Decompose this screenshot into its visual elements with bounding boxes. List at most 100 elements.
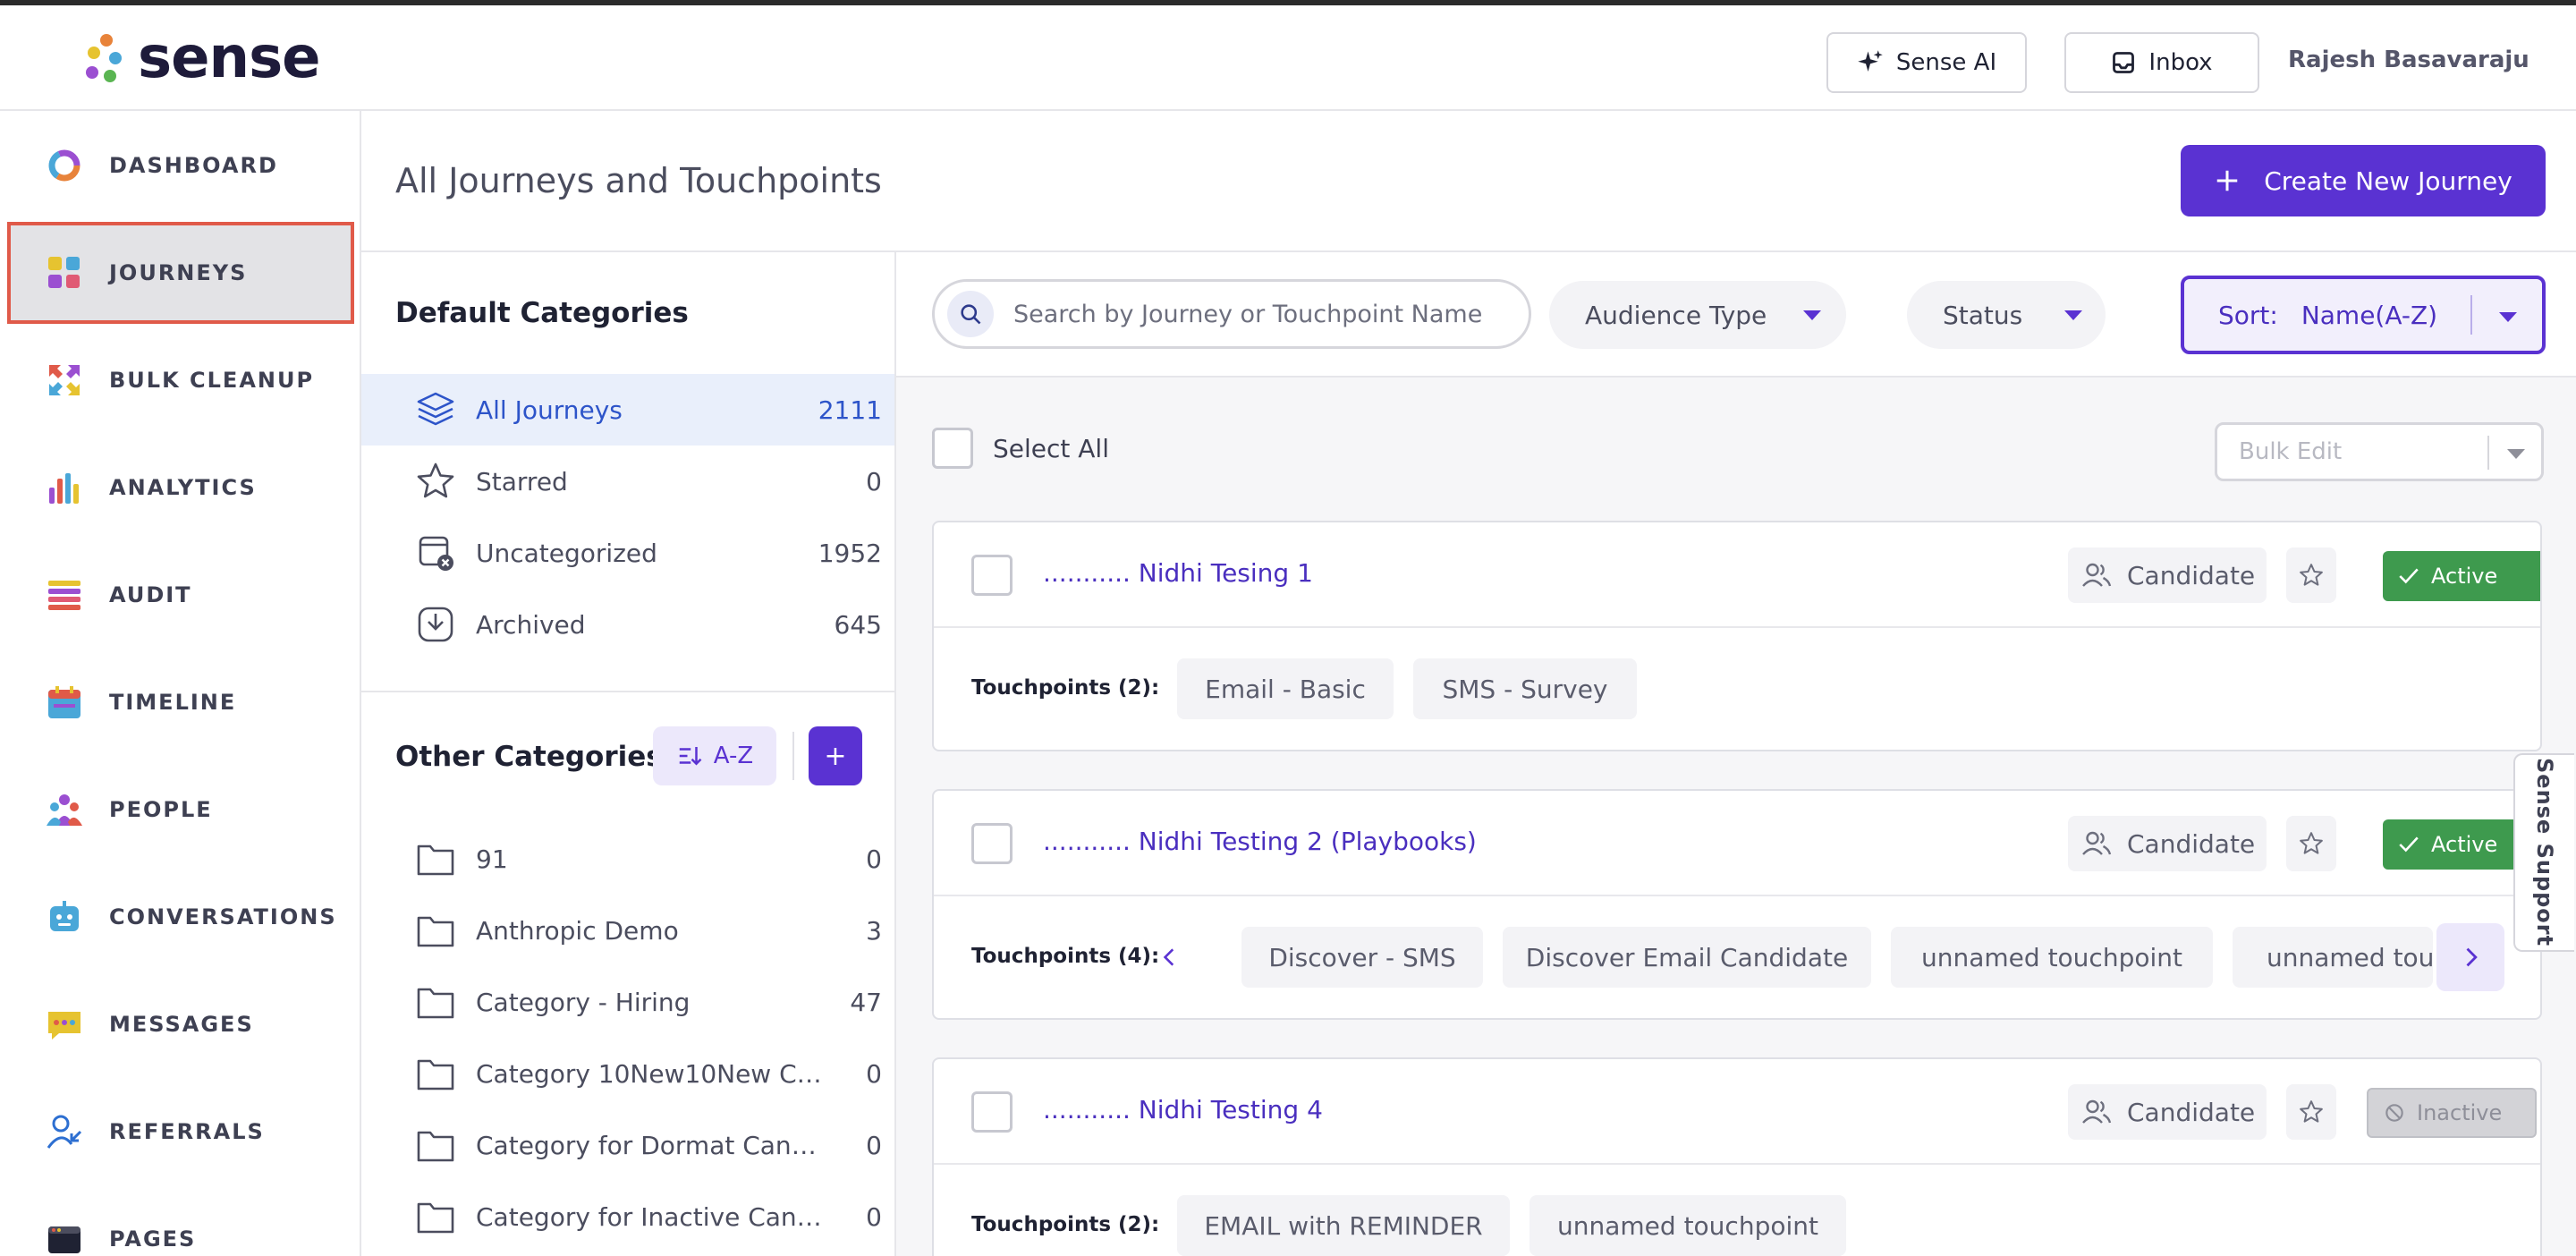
logo-text: sense <box>138 25 321 91</box>
search-icon <box>947 291 994 337</box>
inbox-tray-icon <box>2113 52 2135 73</box>
sort-dropdown[interactable]: Sort: Name(A-Z) <box>2181 276 2546 354</box>
sense-logo[interactable]: sense <box>84 25 321 91</box>
create-new-journey-button[interactable]: Create New Journey <box>2181 145 2546 216</box>
search-box[interactable] <box>932 279 1531 349</box>
journey-title-link[interactable]: ........... Nidhi Testing 4 <box>1043 1095 1323 1124</box>
select-all-checkbox[interactable] <box>932 428 973 469</box>
audience-badge: Candidate <box>2068 1084 2267 1140</box>
status-dropdown[interactable]: Status <box>1907 281 2106 349</box>
sidebar-label: REFERRALS <box>109 1119 265 1144</box>
add-category-button[interactable]: + <box>809 726 862 785</box>
sort-separator <box>2470 295 2472 335</box>
category-all-journeys[interactable]: All Journeys 2111 <box>361 374 894 446</box>
sidebar-item-referrals[interactable]: REFERRALS <box>7 1081 354 1183</box>
sidebar-label: DASHBOARD <box>109 153 278 178</box>
journey-checkbox[interactable] <box>971 1091 1013 1133</box>
touchpoint-chip[interactable]: Discover - SMS <box>1241 927 1483 988</box>
search-input[interactable] <box>1013 300 1514 328</box>
journey-checkbox[interactable] <box>971 555 1013 596</box>
chevron-down-icon <box>2064 310 2082 320</box>
user-referral-icon <box>47 1114 82 1150</box>
category-item[interactable]: Category for Dormat Candidates 0 <box>361 1109 894 1181</box>
status-label: Active <box>2431 564 2498 589</box>
category-count: 645 <box>834 609 882 640</box>
audience-type-dropdown[interactable]: Audience Type <box>1549 281 1846 349</box>
sidebar-label: ANALYTICS <box>109 475 257 500</box>
sort-label: Sort: <box>2218 300 2278 330</box>
touchpoints-label: Touchpoints (2): <box>971 1213 1160 1236</box>
arrows-cleanup-icon <box>47 362 82 398</box>
touchpoint-chip[interactable]: unnamed touchpoint <box>2233 927 2433 988</box>
sidebar-item-bulk-cleanup[interactable]: BULK CLEANUP <box>7 329 354 431</box>
users-icon <box>2082 1099 2112 1124</box>
sparkle-icon <box>1858 50 1883 72</box>
category-panel: Default Categories All Journeys 2111 Sta… <box>361 252 896 1256</box>
star-button[interactable] <box>2286 547 2336 603</box>
page-title: All Journeys and Touchpoints <box>395 161 882 200</box>
status-badge[interactable]: Active <box>2383 551 2540 601</box>
touchpoint-chip[interactable]: Email - Basic <box>1177 658 1394 719</box>
category-count: 0 <box>866 1058 882 1089</box>
category-archived[interactable]: Archived 645 <box>361 589 894 660</box>
touchpoint-chip[interactable]: SMS - Survey <box>1413 658 1637 719</box>
journey-checkbox[interactable] <box>971 823 1013 864</box>
sidebar-item-analytics[interactable]: ANALYTICS <box>7 437 354 539</box>
sidebar-item-messages[interactable]: MESSAGES <box>7 973 354 1075</box>
select-all[interactable]: Select All <box>932 428 1109 469</box>
category-uncategorized[interactable]: Uncategorized 1952 <box>361 517 894 589</box>
sidebar-item-pages[interactable]: PAGES <box>7 1188 354 1256</box>
sidebar-label: PAGES <box>109 1226 197 1252</box>
star-button[interactable] <box>2286 1084 2336 1140</box>
touchpoint-chip[interactable]: unnamed touchpoint <box>1891 927 2213 988</box>
people-group-icon <box>47 792 82 827</box>
sort-value: Name(A-Z) <box>2301 300 2438 330</box>
status-badge[interactable]: Inactive <box>2367 1088 2537 1138</box>
sidebar-item-conversations[interactable]: CONVERSATIONS <box>7 866 354 968</box>
journey-card: ........... Nidhi Tesing 1 Candidate Act… <box>932 521 2542 751</box>
user-menu[interactable]: Rajesh Basavaraju <box>2288 47 2529 73</box>
sidebar-label: PEOPLE <box>109 797 213 822</box>
touchpoint-chip[interactable]: EMAIL with REMINDER <box>1177 1195 1510 1256</box>
sidebar-nav: DASHBOARD JOURNEYS BULK CLEANUP ANALYTIC… <box>0 111 361 1256</box>
sense-ai-button[interactable]: Sense AI <box>1826 32 2027 93</box>
category-item[interactable]: Category 10New10New Category 0 <box>361 1038 894 1109</box>
inbox-button[interactable]: Inbox <box>2064 32 2259 93</box>
scroll-left-button[interactable] <box>1136 923 1204 991</box>
sidebar-item-audit[interactable]: AUDIT <box>7 544 354 646</box>
journey-card-header: ........... Nidhi Testing 4 Candidate In… <box>934 1059 2540 1165</box>
category-item[interactable]: 91 0 <box>361 823 894 895</box>
star-outline-icon <box>2300 832 2323 854</box>
audience-label: Candidate <box>2127 1097 2256 1127</box>
journey-title-link[interactable]: ........... Nidhi Testing 2 (Playbooks) <box>1043 827 1477 856</box>
category-count: 2111 <box>818 395 882 425</box>
journey-title-link[interactable]: ........... Nidhi Tesing 1 <box>1043 558 1313 588</box>
category-starred[interactable]: Starred 0 <box>361 446 894 517</box>
sidebar-item-dashboard[interactable]: DASHBOARD <box>7 115 354 216</box>
touchpoint-chip[interactable]: Discover Email Candidate <box>1503 927 1871 988</box>
sense-support-tab[interactable]: Sense Support <box>2513 753 2574 952</box>
sort-az-button[interactable]: A-Z <box>653 726 776 785</box>
sidebar-item-timeline[interactable]: TIMELINE <box>7 651 354 753</box>
category-item[interactable]: Category for Inactive Candidates 0 <box>361 1181 894 1252</box>
star-outline-icon <box>2300 564 2323 586</box>
scroll-right-button[interactable] <box>2436 923 2504 991</box>
create-journey-label: Create New Journey <box>2264 165 2512 196</box>
category-label: Uncategorized <box>476 538 657 568</box>
plus-icon <box>2216 170 2238 191</box>
category-label: 91 <box>476 844 508 874</box>
touchpoint-chip[interactable]: unnamed touchpoint <box>1530 1195 1846 1256</box>
category-count: 0 <box>866 1201 882 1232</box>
audience-badge: Candidate <box>2068 816 2267 871</box>
sort-az-label: A-Z <box>713 743 754 769</box>
category-count: 3 <box>866 915 882 946</box>
category-label: Category - Hiring <box>476 987 691 1017</box>
category-item[interactable]: Anthropic Demo 3 <box>361 895 894 966</box>
audience-label: Candidate <box>2127 560 2256 590</box>
category-item[interactable]: Category - Hiring 47 <box>361 966 894 1038</box>
sidebar-label: CONVERSATIONS <box>109 904 337 929</box>
bulk-edit-dropdown[interactable]: Bulk Edit <box>2215 422 2544 481</box>
sidebar-item-journeys[interactable]: JOURNEYS <box>7 222 354 324</box>
star-button[interactable] <box>2286 816 2336 871</box>
sidebar-item-people[interactable]: PEOPLE <box>7 759 354 861</box>
